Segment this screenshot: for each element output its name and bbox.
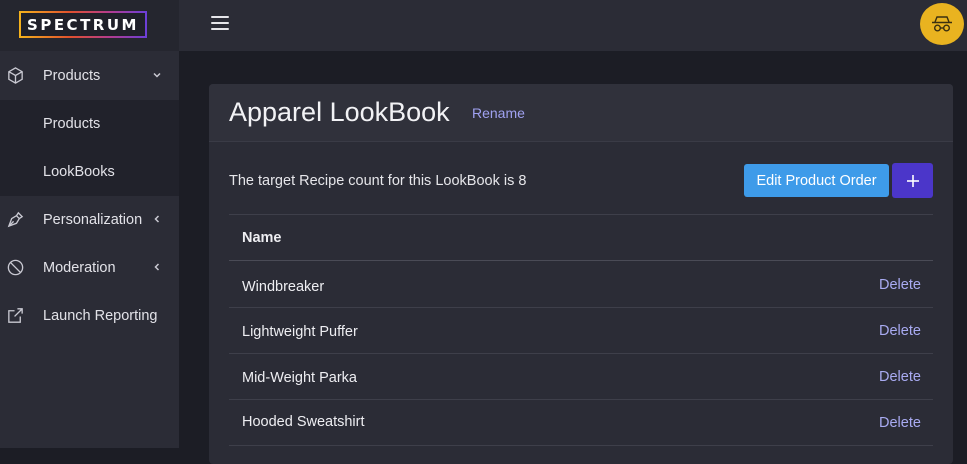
delete-link[interactable]: Delete	[879, 323, 921, 339]
divider	[229, 260, 933, 261]
table-row-name: Mid-Weight Parka	[242, 370, 357, 386]
delete-link[interactable]: Delete	[879, 369, 921, 385]
sidebar-item-label: LookBooks	[43, 164, 115, 180]
sidebar-item-label: Products	[43, 68, 101, 84]
hamburger-icon[interactable]	[211, 15, 229, 31]
divider	[229, 399, 933, 400]
sidebar-item-label: Personalization	[43, 212, 143, 228]
table-row-name: Hooded Sweatshirt	[242, 414, 365, 430]
lookbook-card	[209, 84, 953, 464]
sidebar-item-personalization[interactable]: Personalization	[0, 196, 179, 244]
external-link-icon	[8, 308, 23, 323]
plus-icon	[906, 174, 919, 187]
no-sign-icon	[7, 259, 24, 276]
rename-link[interactable]: Rename	[472, 105, 525, 121]
divider	[229, 307, 933, 308]
target-count-text: The target Recipe count for this LookBoo…	[229, 173, 527, 189]
top-bar	[179, 0, 967, 51]
sidebar-item-label: Products	[43, 116, 101, 132]
divider	[229, 353, 933, 354]
add-product-button[interactable]	[892, 163, 933, 198]
page-title: Apparel LookBook	[229, 97, 450, 127]
chevron-left-icon	[154, 263, 160, 271]
sidebar-item-label: Moderation	[43, 260, 116, 276]
sidebar: SPECTRUM Products Products LookBooks Per…	[0, 0, 179, 448]
table-row-name: Lightweight Puffer	[242, 324, 358, 340]
table-row-name: Windbreaker	[242, 279, 325, 295]
edit-product-order-button[interactable]: Edit Product Order	[744, 164, 889, 197]
sidebar-item-launch-reporting[interactable]: Launch Reporting	[0, 292, 179, 340]
logo-text: SPECTRUM	[21, 13, 145, 36]
cube-icon	[8, 67, 23, 84]
delete-link[interactable]: Delete	[879, 415, 921, 431]
sidebar-subitem-products[interactable]: Products	[0, 100, 179, 148]
user-avatar[interactable]	[920, 3, 964, 45]
sidebar-item-label: Launch Reporting	[43, 308, 158, 324]
chevron-left-icon	[154, 215, 160, 223]
logo[interactable]: SPECTRUM	[19, 11, 147, 38]
chevron-down-icon	[153, 72, 161, 78]
divider	[229, 214, 933, 215]
table-header-name: Name	[242, 230, 282, 246]
divider	[229, 445, 933, 446]
logo-area: SPECTRUM	[0, 0, 179, 51]
delete-link[interactable]: Delete	[879, 277, 921, 293]
sidebar-item-moderation[interactable]: Moderation	[0, 244, 179, 292]
incognito-icon	[932, 16, 952, 32]
sidebar-subitem-lookbooks[interactable]: LookBooks	[0, 148, 179, 196]
sidebar-item-products[interactable]: Products	[0, 52, 179, 100]
pen-nib-icon	[7, 211, 24, 228]
